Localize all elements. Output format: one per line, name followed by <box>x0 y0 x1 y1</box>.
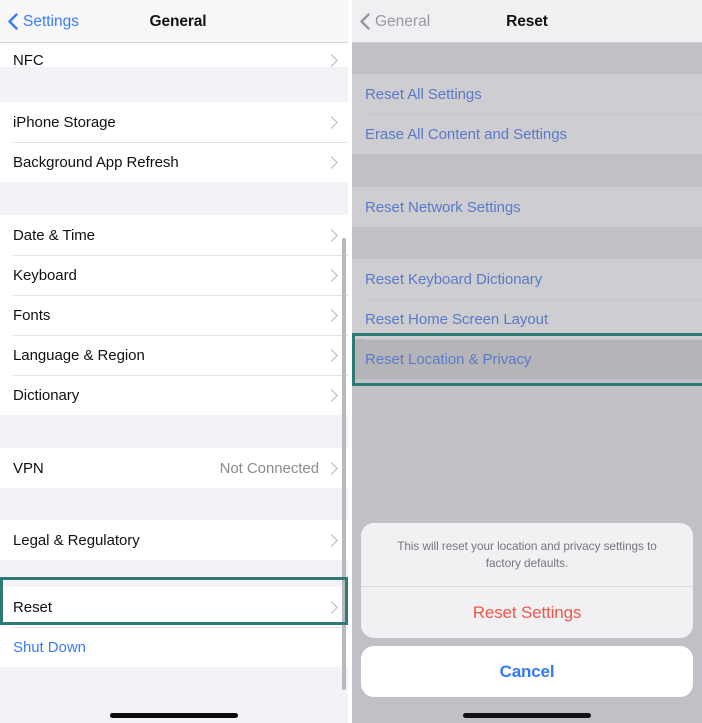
group-spacer <box>0 415 348 448</box>
row-label: Dictionary <box>13 386 80 404</box>
settings-group: Legal & Regulatory <box>0 520 348 560</box>
reset-group: Reset Keyboard Dictionary Reset Home Scr… <box>352 259 702 379</box>
reset-row-erase-all-content-and-settings[interactable]: Erase All Content and Settings <box>352 114 702 154</box>
screenshot-root: Settings General NFC iPhone Storage Back… <box>0 0 702 723</box>
group-spacer <box>352 43 702 74</box>
group-spacer <box>352 227 702 259</box>
settings-row-reset[interactable]: Reset <box>0 587 348 627</box>
settings-group: iPhone Storage Background App Refresh <box>0 102 348 182</box>
reset-group: Reset Network Settings <box>352 187 702 227</box>
reset-group: Reset All Settings Erase All Content and… <box>352 74 702 154</box>
home-indicator <box>463 713 591 718</box>
chevron-right-icon <box>325 388 338 402</box>
settings-row-nfc[interactable]: NFC <box>0 43 348 69</box>
settings-row-language-region[interactable]: Language & Region <box>0 335 348 375</box>
reset-row-reset-network-settings[interactable]: Reset Network Settings <box>352 187 702 227</box>
chevron-right-icon <box>325 228 338 242</box>
reset-row-reset-location-and-privacy[interactable]: Reset Location & Privacy <box>352 339 702 379</box>
left-settings-list[interactable]: NFC iPhone Storage Background App Refres… <box>0 43 348 723</box>
group-spacer <box>0 560 348 587</box>
settings-row-legal-regulatory[interactable]: Legal & Regulatory <box>0 520 348 560</box>
reset-row-reset-home-screen-layout[interactable]: Reset Home Screen Layout <box>352 299 702 339</box>
row-label: Reset Keyboard Dictionary <box>365 270 543 288</box>
row-label: Reset Home Screen Layout <box>365 310 549 328</box>
chevron-right-icon <box>325 115 338 129</box>
row-label: Fonts <box>13 306 51 324</box>
vpn-status-value: Not Connected <box>219 459 319 477</box>
row-label: Date & Time <box>13 226 95 244</box>
left-navigation-bar: Settings General <box>0 0 348 43</box>
chevron-right-icon <box>325 155 338 169</box>
settings-row-keyboard[interactable]: Keyboard <box>0 255 348 295</box>
row-label: Reset All Settings <box>365 85 482 103</box>
right-navigation-bar: General Reset <box>352 0 702 43</box>
row-label: Reset <box>13 598 52 616</box>
settings-row-background-app-refresh[interactable]: Background App Refresh <box>0 142 348 182</box>
group-spacer <box>0 67 348 102</box>
action-sheet-message: This will reset your location and privac… <box>397 538 657 570</box>
chevron-right-icon <box>325 54 338 67</box>
settings-row-fonts[interactable]: Fonts <box>0 295 348 335</box>
row-label: Legal & Regulatory <box>13 531 140 549</box>
row-label: Erase All Content and Settings <box>365 125 567 143</box>
group-spacer <box>0 488 348 520</box>
chevron-right-icon <box>325 533 338 547</box>
settings-group: VPN Not Connected <box>0 448 348 488</box>
cancel-button[interactable]: Cancel <box>361 646 693 697</box>
settings-row-date-time[interactable]: Date & Time <box>0 215 348 255</box>
group-spacer <box>0 182 348 215</box>
group-spacer <box>352 154 702 187</box>
action-sheet: This will reset your location and privac… <box>361 522 693 697</box>
reset-row-reset-keyboard-dictionary[interactable]: Reset Keyboard Dictionary <box>352 259 702 299</box>
action-sheet-card: This will reset your location and privac… <box>361 522 693 638</box>
settings-row-dictionary[interactable]: Dictionary <box>0 375 348 415</box>
settings-group: NFC <box>0 43 348 69</box>
home-indicator <box>110 713 238 718</box>
settings-row-iphone-storage[interactable]: iPhone Storage <box>0 102 348 142</box>
right-page-title: Reset <box>506 12 548 30</box>
chevron-right-icon <box>325 461 338 475</box>
chevron-right-icon <box>325 308 338 322</box>
row-label: Reset Location & Privacy <box>365 350 532 368</box>
settings-group: Date & Time Keyboard Fonts Language & Re… <box>0 215 348 415</box>
chevron-right-icon <box>325 268 338 282</box>
left-panel-general-settings: Settings General NFC iPhone Storage Back… <box>0 0 348 723</box>
chevron-right-icon <box>325 600 338 614</box>
left-page-title: General <box>149 12 207 30</box>
settings-row-shut-down[interactable]: Shut Down <box>0 627 348 667</box>
row-label: Language & Region <box>13 346 145 364</box>
row-label: Reset Network Settings <box>365 198 521 216</box>
right-panel-reset-screen: General Reset Reset All Settings Erase A… <box>352 0 702 723</box>
chevron-right-icon <box>325 348 338 362</box>
row-label: Shut Down <box>13 638 86 656</box>
left-panel-scrollbar[interactable] <box>342 238 346 690</box>
reset-row-reset-all-settings[interactable]: Reset All Settings <box>352 74 702 114</box>
row-label: VPN <box>13 459 44 477</box>
row-label: NFC <box>13 52 44 69</box>
row-label: Background App Refresh <box>13 153 179 171</box>
settings-group: Reset Shut Down <box>0 587 348 667</box>
settings-row-vpn[interactable]: VPN Not Connected <box>0 448 348 488</box>
row-label: Keyboard <box>13 266 77 284</box>
action-sheet-cancel-card: Cancel <box>361 646 693 697</box>
reset-settings-button[interactable]: Reset Settings <box>361 587 693 638</box>
row-label: iPhone Storage <box>13 113 116 131</box>
